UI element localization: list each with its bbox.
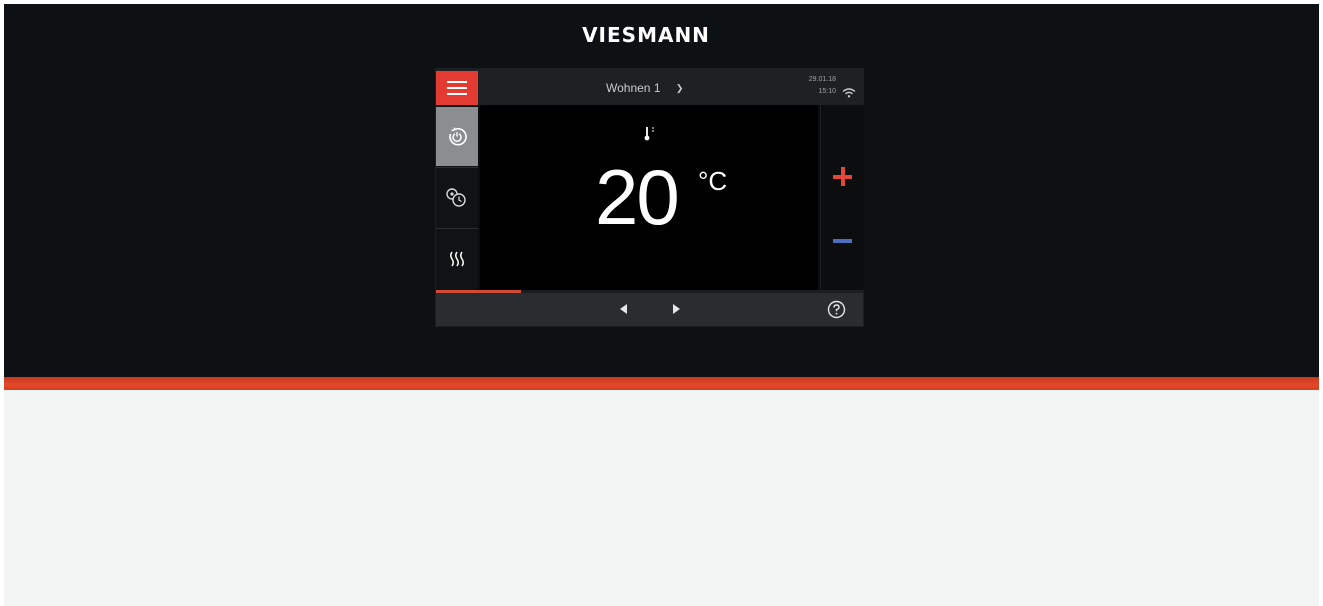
time-label: 15:10	[818, 88, 836, 95]
time-program-icon	[446, 187, 466, 207]
bottom-bar	[436, 293, 863, 326]
sidebar-item-time-program[interactable]	[436, 168, 478, 227]
heating-icon	[450, 251, 464, 266]
temperature-value: 20	[595, 153, 680, 241]
setpoint-controls	[820, 105, 864, 290]
arrow-left-icon	[620, 304, 627, 314]
accent-stripe	[4, 377, 1319, 390]
temperature-display: 20 °C	[480, 105, 818, 290]
wifi-icon	[842, 88, 856, 98]
increase-button[interactable]	[821, 147, 864, 207]
decrease-button[interactable]	[821, 211, 864, 271]
previous-button[interactable]	[617, 302, 631, 316]
date-time: 29.01.18 15:10	[776, 74, 836, 98]
help-button[interactable]	[827, 300, 846, 319]
device-frame: VIESMANN Wohnen 1 ❯ 29.01.18 15:10 20 °C	[4, 4, 1319, 606]
device-panel: VIESMANN Wohnen 1 ❯ 29.01.18 15:10 20 °C	[4, 4, 1319, 377]
date-label: 29.01.18	[808, 76, 836, 83]
zone-label: Wohnen 1	[606, 81, 661, 95]
thermostat-screen: Wohnen 1 ❯ 29.01.18 15:10 20 °C	[435, 68, 864, 327]
zone-dropdown[interactable]: Wohnen 1 ❯	[606, 79, 683, 97]
sidebar-item-operating-mode[interactable]	[436, 107, 478, 166]
brand-logo: VIESMANN	[582, 23, 710, 47]
arrow-right-icon	[673, 304, 680, 314]
sidebar-item-heating[interactable]	[436, 229, 478, 288]
next-button[interactable]	[669, 302, 683, 316]
thermometer-icon	[644, 127, 654, 141]
chevron-down-icon: ❯	[675, 83, 684, 93]
temperature-unit: °C	[698, 166, 728, 196]
power-mode-icon	[449, 126, 467, 145]
top-bar: Wohnen 1 ❯ 29.01.18 15:10	[436, 69, 863, 105]
menu-button[interactable]	[436, 71, 478, 105]
sidebar	[436, 105, 478, 290]
help-icon	[827, 300, 846, 319]
